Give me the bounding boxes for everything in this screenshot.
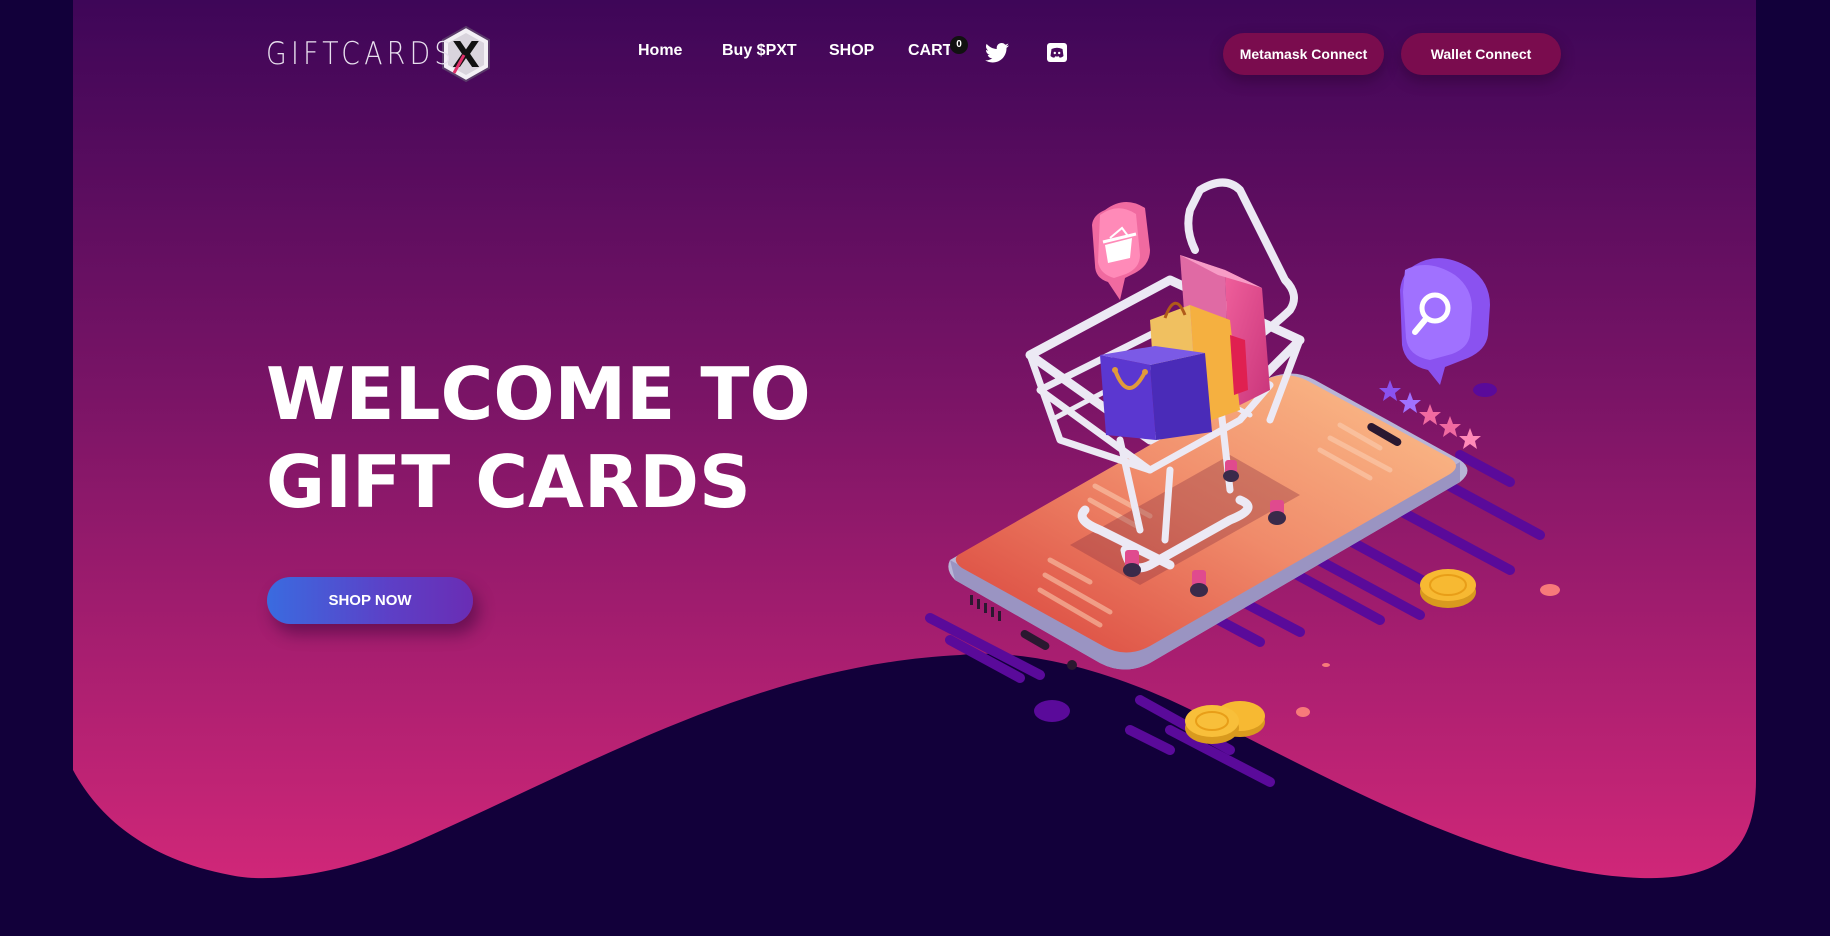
basket-bubble-icon — [1092, 201, 1150, 300]
metamask-connect-button[interactable]: Metamask Connect — [1223, 33, 1384, 75]
nav-buy-pxt[interactable]: Buy $PXT — [722, 42, 797, 60]
cart-count-badge: 0 — [950, 36, 968, 54]
shop-now-button[interactable]: SHOP NOW — [267, 577, 473, 624]
nav-cart[interactable]: CART — [908, 42, 952, 60]
brand-name: GIFTCARDS — [266, 36, 456, 72]
hero-headline: WELCOME TO GIFT CARDS — [266, 350, 811, 526]
top-navigation: GIFTCARDS X Home Buy $PXT SHOP CART 0 Me… — [0, 0, 1830, 106]
nav-home[interactable]: Home — [638, 42, 682, 60]
shopping-cart-phone-illustration — [925, 178, 1560, 787]
discord-icon[interactable] — [1045, 42, 1069, 64]
hero-headline-line-2: GIFT CARDS — [266, 440, 751, 524]
twitter-icon[interactable] — [985, 42, 1009, 64]
wallet-connect-button[interactable]: Wallet Connect — [1401, 33, 1561, 75]
brand-logo[interactable]: GIFTCARDS X — [266, 24, 492, 84]
nav-shop[interactable]: SHOP — [829, 42, 874, 60]
hero-headline-line-1: WELCOME TO — [266, 352, 811, 436]
search-bubble-icon — [1400, 258, 1497, 397]
